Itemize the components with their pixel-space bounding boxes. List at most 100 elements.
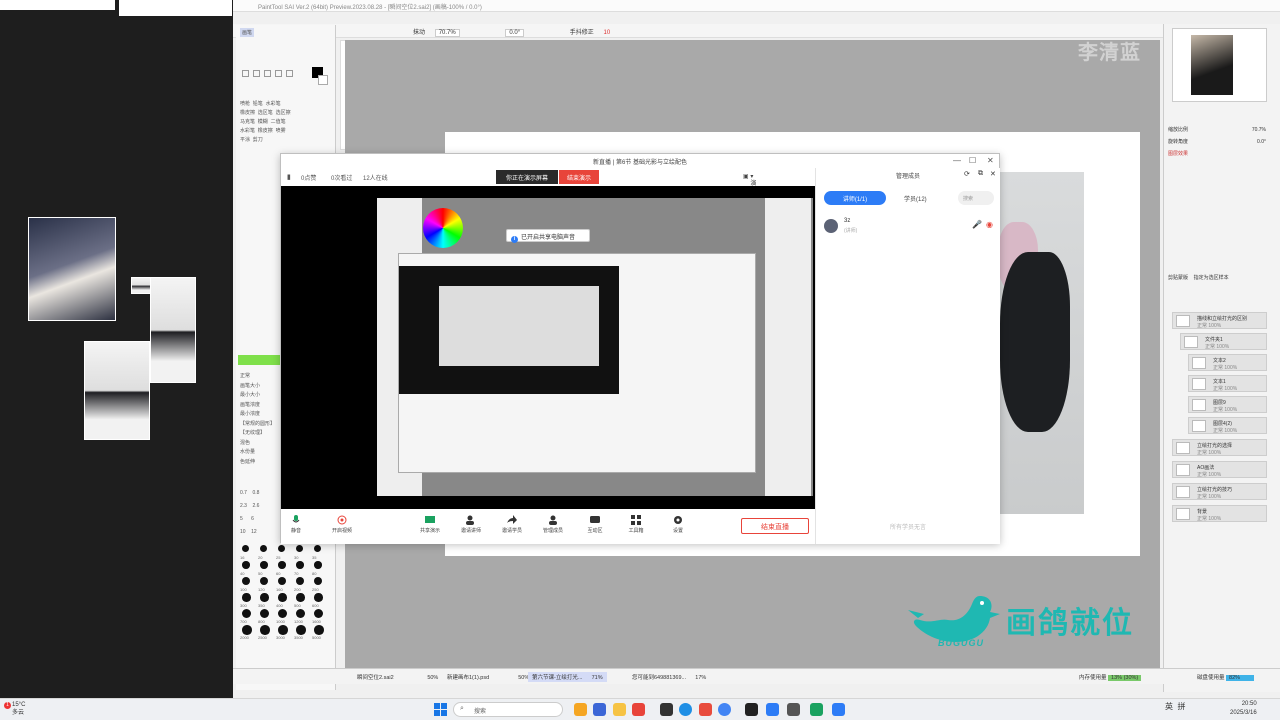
- member-search-input[interactable]: 搜索: [958, 191, 994, 205]
- size-label[interactable]: 2.3: [240, 503, 247, 509]
- app-icon[interactable]: [810, 703, 823, 716]
- secondary-color-swatch[interactable]: [318, 75, 328, 85]
- size-label[interactable]: 6: [251, 516, 254, 522]
- mute-button[interactable]: 静音: [281, 515, 311, 534]
- brush-size-dot[interactable]: [260, 609, 269, 618]
- select-tool-icon[interactable]: [242, 70, 249, 77]
- zoom-value[interactable]: 70.7%: [1252, 124, 1266, 136]
- setting-min-size[interactable]: 最小大小: [240, 392, 260, 398]
- layer-row[interactable]: 文本1 正常 100%: [1188, 375, 1267, 392]
- brush-size-dot[interactable]: [314, 577, 322, 585]
- brush-item[interactable]: 模糊: [258, 119, 268, 125]
- reference-image-3[interactable]: [150, 277, 196, 383]
- manage-members-button[interactable]: 管理成员: [538, 515, 568, 534]
- layer-row[interactable]: 图层9 正常 100%: [1188, 396, 1267, 413]
- mute-all-footer[interactable]: 所有学员无言: [816, 522, 1000, 531]
- setting-texture[interactable]: 【无纹理】: [240, 430, 265, 436]
- size-label[interactable]: 12: [251, 529, 257, 535]
- brush-size-dot[interactable]: [260, 561, 268, 569]
- brush-item[interactable]: 橡皮擦: [240, 110, 255, 116]
- setting-density[interactable]: 画笔浓度: [240, 402, 260, 408]
- brush-size-dot[interactable]: [260, 625, 270, 635]
- brush-size-dot[interactable]: [278, 625, 288, 635]
- brush-size-dot[interactable]: [296, 577, 304, 585]
- speaker-view-toggle[interactable]: ▣ 演讲者视图 ▾: [743, 173, 756, 223]
- tool-tab-active[interactable]: 画笔: [240, 28, 255, 37]
- brush-size-dot[interactable]: [278, 609, 287, 618]
- navigator-preview[interactable]: [1172, 28, 1267, 102]
- brush-size-dot[interactable]: [314, 609, 323, 618]
- share-button[interactable]: 共享演示: [415, 515, 445, 534]
- brush-size-dot[interactable]: [242, 593, 251, 602]
- stabilizer-value[interactable]: 10: [603, 30, 610, 36]
- blend-mode[interactable]: 正常: [240, 373, 250, 379]
- setting-water[interactable]: 水份量: [240, 449, 255, 455]
- setting-min-density[interactable]: 最小浓度: [240, 411, 260, 417]
- layer-row[interactable]: AO画法 正常 100%: [1172, 461, 1267, 478]
- size-label[interactable]: 10: [240, 529, 246, 535]
- brush-item[interactable]: 橡皮擦: [258, 128, 273, 134]
- clipping-label[interactable]: 剪贴蒙版: [1168, 275, 1188, 281]
- file-explorer-icon[interactable]: [613, 703, 626, 716]
- layer-row[interactable]: 图层4(2) 正常 100%: [1188, 417, 1267, 434]
- brush-size-dot[interactable]: [314, 545, 321, 552]
- size-label[interactable]: 2.6: [253, 503, 260, 509]
- brush-item[interactable]: 喷雾: [276, 128, 286, 134]
- reference-image-4[interactable]: [84, 341, 150, 440]
- tray-lang[interactable]: 英: [1165, 702, 1173, 711]
- brush-size-dot[interactable]: [278, 545, 285, 552]
- mic-on-icon[interactable]: 🎤: [972, 220, 982, 229]
- size-label[interactable]: 0.7: [240, 490, 247, 496]
- layer-row[interactable]: 立绘打光的选择 正常 100%: [1172, 439, 1267, 456]
- brush-size-dot[interactable]: [242, 561, 250, 569]
- move-tool-icon[interactable]: [275, 70, 282, 77]
- member-row[interactable]: 3z (讲师) 🎤 ◉: [824, 216, 994, 238]
- setting-brush-size[interactable]: 画笔大小: [240, 383, 260, 389]
- selection-sample-label[interactable]: 指定为选区样本: [1194, 275, 1229, 281]
- camera-off-icon[interactable]: ◉: [986, 220, 993, 229]
- setting-blend[interactable]: 混色: [240, 440, 250, 446]
- tray-ime[interactable]: 拼: [1177, 702, 1185, 711]
- windows-start-icon[interactable]: [434, 703, 447, 716]
- brush-size-dot[interactable]: [260, 577, 268, 585]
- rotate-value[interactable]: 0.0°: [1257, 136, 1266, 148]
- brush-size-dot[interactable]: [278, 561, 286, 569]
- chrome-icon[interactable]: [718, 703, 731, 716]
- weather-widget[interactable]: 15°C 多云: [12, 701, 25, 717]
- brush-item[interactable]: 平涂: [240, 137, 250, 143]
- app-icon[interactable]: [632, 703, 645, 716]
- brush-item[interactable]: 喷枪: [240, 101, 250, 107]
- brush-size-dot[interactable]: [278, 577, 286, 585]
- setting-shape[interactable]: 【常规的圆形】: [240, 421, 275, 427]
- app-icon[interactable]: [593, 703, 606, 716]
- tab-students[interactable]: 学员(12): [904, 194, 927, 203]
- invite-teacher-button[interactable]: 邀请讲师: [456, 515, 486, 534]
- app-icon[interactable]: [745, 703, 758, 716]
- wps-icon[interactable]: [699, 703, 712, 716]
- brush-size-dot[interactable]: [242, 609, 251, 618]
- brush-size-dot[interactable]: [296, 609, 305, 618]
- layer-row[interactable]: 背景 正常 100%: [1172, 505, 1267, 522]
- brush-size-dot[interactable]: [278, 593, 287, 602]
- app-icon[interactable]: [574, 703, 587, 716]
- app-icon[interactable]: [832, 703, 845, 716]
- video-button[interactable]: 开启视频: [327, 515, 357, 534]
- size-label[interactable]: 0.8: [253, 490, 260, 496]
- app-icon[interactable]: [660, 703, 673, 716]
- taskbar-search-input[interactable]: ⌕ 搜索: [453, 702, 563, 717]
- maximize-icon[interactable]: ☐: [969, 156, 976, 165]
- chat-button[interactable]: 互动区: [580, 515, 610, 534]
- brush-item[interactable]: 水彩笔: [266, 101, 281, 107]
- angle-value[interactable]: 0.0°: [505, 29, 525, 37]
- brush-size-dot[interactable]: [242, 577, 250, 585]
- brush-item[interactable]: 马克笔: [240, 119, 255, 125]
- text-tool-icon[interactable]: [286, 70, 293, 77]
- close-icon[interactable]: ✕: [987, 156, 994, 165]
- lasso-tool-icon[interactable]: [253, 70, 260, 77]
- invite-student-button[interactable]: 邀请学员: [497, 515, 527, 534]
- layer-row[interactable]: 描线和立绘打光的区别 正常 100%: [1172, 312, 1267, 329]
- minimize-icon[interactable]: —: [953, 156, 961, 165]
- app-icon[interactable]: [766, 703, 779, 716]
- brush-size-dot[interactable]: [260, 545, 267, 552]
- layer-row[interactable]: 文本2 正常 100%: [1188, 354, 1267, 371]
